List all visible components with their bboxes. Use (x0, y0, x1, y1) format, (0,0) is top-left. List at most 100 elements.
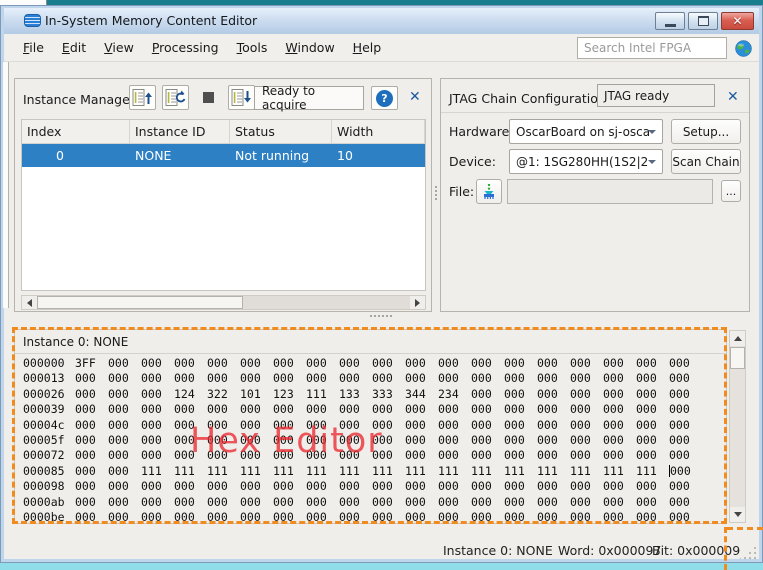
hex-value[interactable]: 111 (174, 464, 207, 479)
hex-value[interactable]: 000 (273, 479, 306, 494)
hex-value[interactable]: 000 (207, 371, 240, 386)
hex-value[interactable]: 000 (75, 433, 108, 448)
vertical-splitter-handle[interactable] (434, 186, 438, 200)
menu-item-window[interactable]: Window (276, 36, 343, 59)
program-file-button[interactable] (476, 179, 502, 204)
hex-value[interactable]: 000 (438, 495, 471, 510)
hex-value[interactable]: 000 (504, 479, 537, 494)
hex-value[interactable]: 000 (471, 495, 504, 510)
read-data-from-memory-button[interactable] (129, 85, 156, 110)
hex-value[interactable]: 000 (108, 510, 141, 525)
table-row[interactable]: 0NONENot running10 (22, 144, 425, 167)
hex-value[interactable]: 000 (471, 371, 504, 386)
horizontal-scrollbar[interactable] (21, 295, 426, 310)
scroll-down-arrow[interactable] (730, 507, 745, 522)
hex-value[interactable]: 000 (504, 371, 537, 386)
hex-value[interactable]: 000 (471, 356, 504, 371)
hex-value[interactable]: 000 (438, 479, 471, 494)
hex-value[interactable]: 000 (636, 479, 669, 494)
hex-value[interactable]: 000 (75, 479, 108, 494)
hex-value[interactable]: 000 (471, 433, 504, 448)
hex-value[interactable]: 000 (141, 433, 174, 448)
hex-value[interactable]: 000 (471, 510, 504, 525)
hex-value[interactable]: 000 (273, 371, 306, 386)
hex-value[interactable]: 000 (405, 433, 438, 448)
hex-value[interactable]: 000 (504, 495, 537, 510)
hex-value[interactable]: 000 (438, 402, 471, 417)
hex-value[interactable]: 000 (273, 510, 306, 525)
hex-value[interactable]: 000 (141, 418, 174, 433)
hardware-select[interactable]: OscarBoard on sj-osca (509, 119, 663, 144)
hex-value[interactable]: 000 (108, 464, 141, 479)
hex-value[interactable]: 000 (471, 479, 504, 494)
column-header-width[interactable]: Width (332, 120, 425, 143)
hex-value[interactable]: 000 (669, 356, 702, 371)
hex-value[interactable]: 000 (669, 433, 702, 448)
hex-value[interactable]: 000 (405, 418, 438, 433)
stop-button[interactable] (195, 85, 222, 110)
column-header-index[interactable]: Index (22, 120, 130, 143)
hex-value[interactable]: 124 (174, 387, 207, 402)
scroll-up-arrow[interactable] (730, 331, 745, 346)
hex-value[interactable]: 000 (405, 356, 438, 371)
hex-value[interactable]: 000 (108, 479, 141, 494)
hex-value[interactable]: 000 (603, 479, 636, 494)
hex-value[interactable]: 111 (240, 464, 273, 479)
hex-value[interactable]: 000 (570, 433, 603, 448)
vertical-scrollbar-thumb[interactable] (730, 347, 745, 369)
hex-value[interactable]: 000 (570, 495, 603, 510)
setup-button[interactable]: Setup... (671, 119, 741, 144)
hex-value[interactable]: 000 (240, 495, 273, 510)
hex-value[interactable]: 000 (537, 448, 570, 463)
hex-value[interactable]: 111 (603, 464, 636, 479)
hex-value[interactable]: 000 (174, 402, 207, 417)
hex-value[interactable]: 000 (603, 418, 636, 433)
hex-value[interactable]: 000 (438, 418, 471, 433)
hex-value[interactable]: 000 (108, 495, 141, 510)
hex-value[interactable]: 000 (537, 356, 570, 371)
menu-item-help[interactable]: Help (344, 36, 391, 59)
hex-value[interactable]: 000 (273, 495, 306, 510)
hex-value[interactable]: 000 (603, 433, 636, 448)
hex-value[interactable]: 000 (438, 356, 471, 371)
hex-value[interactable]: 000 (339, 495, 372, 510)
hex-value[interactable]: 000 (603, 510, 636, 525)
hex-value[interactable]: 000 (108, 448, 141, 463)
hex-value[interactable]: 000 (339, 356, 372, 371)
hex-value[interactable]: 000 (405, 371, 438, 386)
hex-value[interactable]: 000 (405, 448, 438, 463)
hex-value[interactable]: 234 (438, 387, 471, 402)
close-instance-manager-button[interactable]: ✕ (409, 90, 421, 104)
hex-value[interactable]: 111 (636, 464, 669, 479)
hex-value[interactable]: 000 (471, 448, 504, 463)
hex-value[interactable]: 000 (141, 371, 174, 386)
hex-value[interactable]: 000 (207, 402, 240, 417)
hex-value[interactable]: 111 (438, 464, 471, 479)
restore-button[interactable] (688, 12, 718, 30)
hex-value[interactable]: 000 (141, 356, 174, 371)
hex-value[interactable]: 000 (207, 356, 240, 371)
hex-value[interactable]: 000 (537, 387, 570, 402)
hex-value[interactable]: 000 (405, 495, 438, 510)
hex-value[interactable]: 000 (570, 402, 603, 417)
hex-value[interactable]: 000 (570, 371, 603, 386)
hex-value[interactable]: 000 (669, 448, 702, 463)
hex-value[interactable]: 000 (636, 387, 669, 402)
hex-value[interactable]: 000 (570, 479, 603, 494)
hex-value[interactable]: 000 (669, 510, 702, 525)
hex-value[interactable]: 000 (669, 371, 702, 386)
hex-value[interactable]: 000 (405, 402, 438, 417)
hex-value[interactable]: 000 (570, 448, 603, 463)
hex-value[interactable]: 000 (141, 387, 174, 402)
hex-value[interactable]: 000 (372, 356, 405, 371)
hex-value[interactable]: 000 (306, 495, 339, 510)
hex-value[interactable]: 000 (339, 510, 372, 525)
hex-value[interactable]: 344 (405, 387, 438, 402)
hex-value[interactable]: 000 (372, 402, 405, 417)
menu-item-view[interactable]: View (95, 36, 143, 59)
hex-value[interactable]: 111 (504, 464, 537, 479)
hex-value[interactable]: 133 (339, 387, 372, 402)
hex-value[interactable]: 000 (240, 402, 273, 417)
hex-value[interactable]: 000 (603, 356, 636, 371)
hex-value[interactable]: 000 (537, 418, 570, 433)
